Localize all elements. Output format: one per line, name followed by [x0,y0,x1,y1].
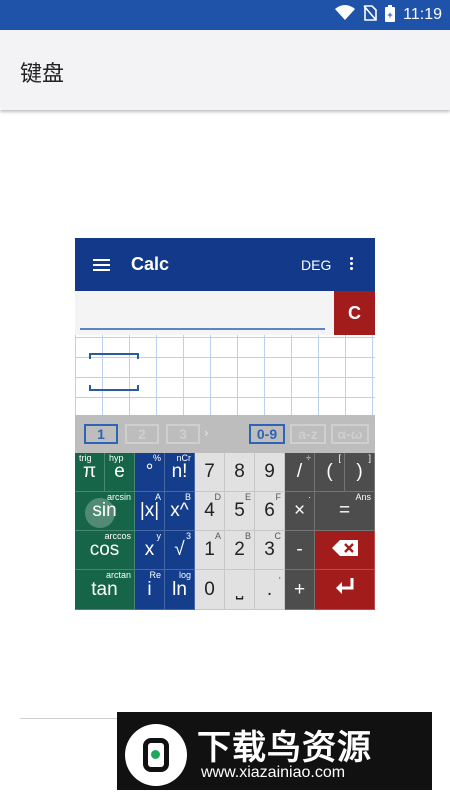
key-space[interactable]: ⎵ [225,570,255,610]
more-options-icon[interactable] [350,257,354,272]
battery-icon: + [385,4,396,26]
calculator-screenshot: Calc DEG C 1 2 3 › 0-9 a-z α-ω trig π hy… [75,238,375,610]
tab-greek[interactable]: α-ω [331,424,369,444]
key-8[interactable]: 8 [225,453,255,492]
watermark-url: www.xiazainiao.com [201,764,346,781]
svg-text:+: + [388,10,393,20]
key-open-paren[interactable]: [ ( [315,453,345,492]
key-minus[interactable]: - [285,531,315,570]
keypad: trig π hyp e % ° nCr n! 7 8 9 ÷ / [(] … [75,453,375,610]
key-4[interactable]: D 4 [195,492,225,531]
key-plus[interactable]: + [285,570,315,610]
watermark-logo-icon [125,724,187,786]
key-sin[interactable]: arcsin sin [75,492,135,531]
key-ln[interactable]: log ln [165,570,195,610]
tab-letters[interactable]: a-z [290,424,326,444]
watermark: 下载鸟资源 www.xiazainiao.com [117,712,432,790]
input-placeholder-box [89,353,139,391]
key-abs[interactable]: A |x| [135,492,165,531]
key-power[interactable]: B x^ [165,492,195,531]
key-i[interactable]: Re i [135,570,165,610]
status-icons: + 11:19 [335,4,442,26]
angle-mode-button[interactable]: DEG [301,257,331,273]
space-icon: ⎵ [235,578,244,600]
watermark-title: 下载鸟资源 [197,728,372,768]
touch-ripple [85,498,115,528]
key-divide[interactable]: ÷ / [285,453,315,492]
key-3[interactable]: C 3 [255,531,285,570]
key-0[interactable]: 0 [195,570,225,610]
key-7[interactable]: 7 [195,453,225,492]
menu-icon[interactable] [93,259,110,271]
calc-header: Calc DEG [75,238,375,291]
key-tan[interactable]: arctan tan [75,570,135,610]
wifi-icon [335,5,356,25]
input-underline [80,328,325,330]
enter-icon [334,578,356,601]
backspace-icon [331,539,358,561]
tab-digits[interactable]: 0-9 [249,424,285,444]
math-grid[interactable] [75,335,375,415]
status-time: 11:19 [403,6,442,23]
key-sqrt[interactable]: 3 √ [165,531,195,570]
tab-3[interactable]: 3 [166,424,200,444]
expression-input[interactable] [75,291,334,335]
key-multiply[interactable]: · × [285,492,315,531]
key-e[interactable]: hyp e [105,453,135,492]
chevron-right-icon: › [204,426,209,440]
tab-2[interactable]: 2 [125,424,159,444]
keyboard-tabs: 1 2 3 › 0-9 a-z α-ω [75,415,375,453]
key-pi[interactable]: trig π [75,453,105,492]
tab-1[interactable]: 1 [84,424,118,444]
divider [20,718,118,719]
key-6[interactable]: F 6 [255,492,285,531]
key-x[interactable]: y x [135,531,165,570]
key-factorial[interactable]: nCr n! [165,453,195,492]
key-5[interactable]: E 5 [225,492,255,531]
key-close-paren[interactable]: ] ) [345,453,375,492]
key-equals[interactable]: Ans = [315,492,375,531]
key-2[interactable]: B 2 [225,531,255,570]
page-title: 键盘 [20,62,65,87]
calc-title: Calc [131,254,170,274]
key-9[interactable]: 9 [255,453,285,492]
app-bar: 键盘 [0,30,450,110]
key-decimal[interactable]: , . [255,570,285,610]
key-degree[interactable]: % ° [135,453,165,492]
backspace-button[interactable] [315,531,375,570]
key-cos[interactable]: arccos cos [75,531,135,570]
no-sim-icon [363,5,377,25]
clear-button[interactable]: C [334,291,375,335]
status-bar: + 11:19 [0,0,450,30]
enter-button[interactable] [315,570,375,610]
key-1[interactable]: A 1 [195,531,225,570]
